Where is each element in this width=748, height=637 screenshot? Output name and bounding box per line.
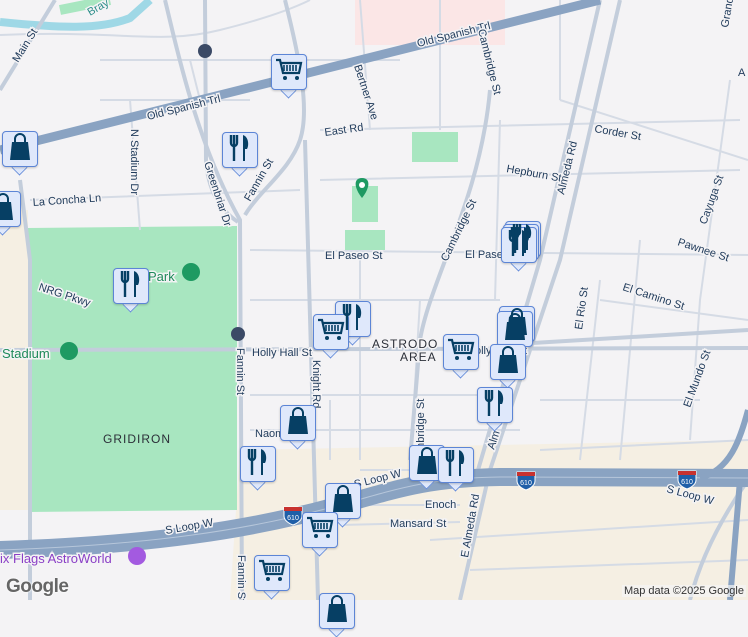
place-label-astrodome-area: AREA — [400, 350, 437, 364]
poi-marker-grocery-cart[interactable] — [313, 314, 349, 359]
poi-marker-grocery-cart[interactable] — [302, 512, 338, 557]
poi-marker-grocery-cart[interactable] — [271, 54, 307, 99]
amusement-park-icon[interactable] — [128, 547, 146, 565]
place-label-six-flags[interactable]: ix Flags AstroWorld — [0, 550, 113, 568]
marker-badge — [222, 132, 258, 168]
street-label: Holly Hall St — [252, 347, 312, 359]
restaurant-icon — [228, 134, 252, 167]
street-label: Fannin St — [235, 555, 247, 600]
marker-badge — [490, 344, 526, 380]
poi-marker-shopping-bag[interactable] — [0, 191, 21, 236]
street-label: Enoch — [425, 499, 456, 511]
marker-badge — [302, 512, 338, 548]
marker-badge — [0, 191, 21, 227]
street-label: Pawnee St — [676, 236, 730, 264]
marker-badge — [438, 447, 474, 483]
street-label: N Stadium Dr — [128, 129, 140, 195]
marker-badge — [113, 268, 149, 304]
poi-marker-restaurant[interactable] — [222, 132, 258, 177]
street-label: Grand — [719, 0, 736, 29]
street-label: La Concha Ln — [32, 192, 101, 209]
restaurant-icon — [119, 270, 143, 303]
svg-text:610: 610 — [681, 479, 693, 486]
shopping-bag-icon — [496, 345, 520, 379]
marker-badge — [254, 555, 290, 591]
street-label: El Rio St — [573, 286, 591, 330]
street-label: El Paseo St — [325, 250, 382, 262]
street-label: Knight Rd — [310, 360, 322, 408]
grocery-cart-icon — [258, 559, 286, 588]
street-label: Mansard St — [390, 518, 446, 530]
shopping-bag-icon — [286, 406, 310, 440]
transit-stop-icon[interactable] — [231, 327, 245, 341]
place-label-park[interactable]: Park — [147, 268, 177, 286]
map-attribution[interactable]: Map data ©2025 Google — [621, 585, 746, 597]
poi-marker-grocery-cart[interactable] — [254, 555, 290, 600]
grocery-cart-icon — [317, 318, 345, 347]
marker-badge — [477, 387, 513, 423]
street-label: East Rd — [324, 122, 364, 139]
marker-badge — [240, 446, 276, 482]
place-label-gridiron: GRIDIRON — [103, 432, 171, 446]
place-label-stadium[interactable]: Stadium — [1, 345, 52, 363]
street-label: Main St — [10, 27, 40, 65]
poi-marker-shopping-bag[interactable] — [2, 131, 38, 176]
small-park — [412, 132, 458, 162]
grocery-cart-icon — [447, 338, 475, 367]
poi-marker-restaurant[interactable] — [240, 446, 276, 491]
street-label: Old Spanish Trl — [146, 93, 222, 123]
grocery-cart-icon — [275, 58, 303, 87]
stadium-icon[interactable] — [60, 342, 78, 360]
svg-text:610: 610 — [520, 480, 532, 487]
poi-marker-shopping-bag[interactable] — [490, 344, 526, 389]
google-logo: Google — [6, 576, 69, 597]
street-label: A — [738, 67, 746, 79]
marker-badge — [313, 314, 349, 350]
poi-marker-restaurant[interactable] — [113, 268, 149, 313]
street-label: Corder St — [593, 123, 641, 143]
grocery-cart-icon — [306, 516, 334, 545]
street-label: Bertner Ave — [351, 63, 380, 121]
poi-marker-restaurant[interactable] — [477, 387, 513, 432]
restaurant-icon — [507, 229, 531, 262]
restaurant-icon — [444, 449, 468, 482]
small-park-3 — [345, 230, 385, 250]
svg-text:610: 610 — [287, 515, 299, 522]
shopping-bag-icon — [503, 312, 527, 346]
poi-marker-shopping-bag[interactable] — [280, 405, 316, 450]
poi-marker-grocery-cart[interactable] — [443, 334, 479, 379]
street-label: Fannin St — [234, 348, 246, 395]
marker-badge — [280, 405, 316, 441]
marker-badge — [319, 593, 355, 629]
marker-badge — [443, 334, 479, 370]
marker-badge — [271, 54, 307, 90]
poi-marker-restaurant[interactable] — [438, 447, 474, 492]
shopping-bag-icon — [8, 132, 32, 166]
transit-stop-icon[interactable] — [198, 44, 212, 58]
restaurant-icon — [483, 389, 507, 422]
restaurant-icon — [246, 448, 270, 481]
park-icon[interactable] — [182, 263, 200, 281]
street-label: El Pase — [465, 249, 503, 261]
shopping-bag-icon — [415, 446, 439, 480]
shopping-bag-icon — [325, 594, 349, 628]
street-label: Hepburn St — [505, 163, 562, 184]
place-label-astrodome: ASTRODO — [372, 337, 438, 351]
shopping-bag-icon — [0, 192, 15, 226]
marker-badge — [2, 131, 38, 167]
